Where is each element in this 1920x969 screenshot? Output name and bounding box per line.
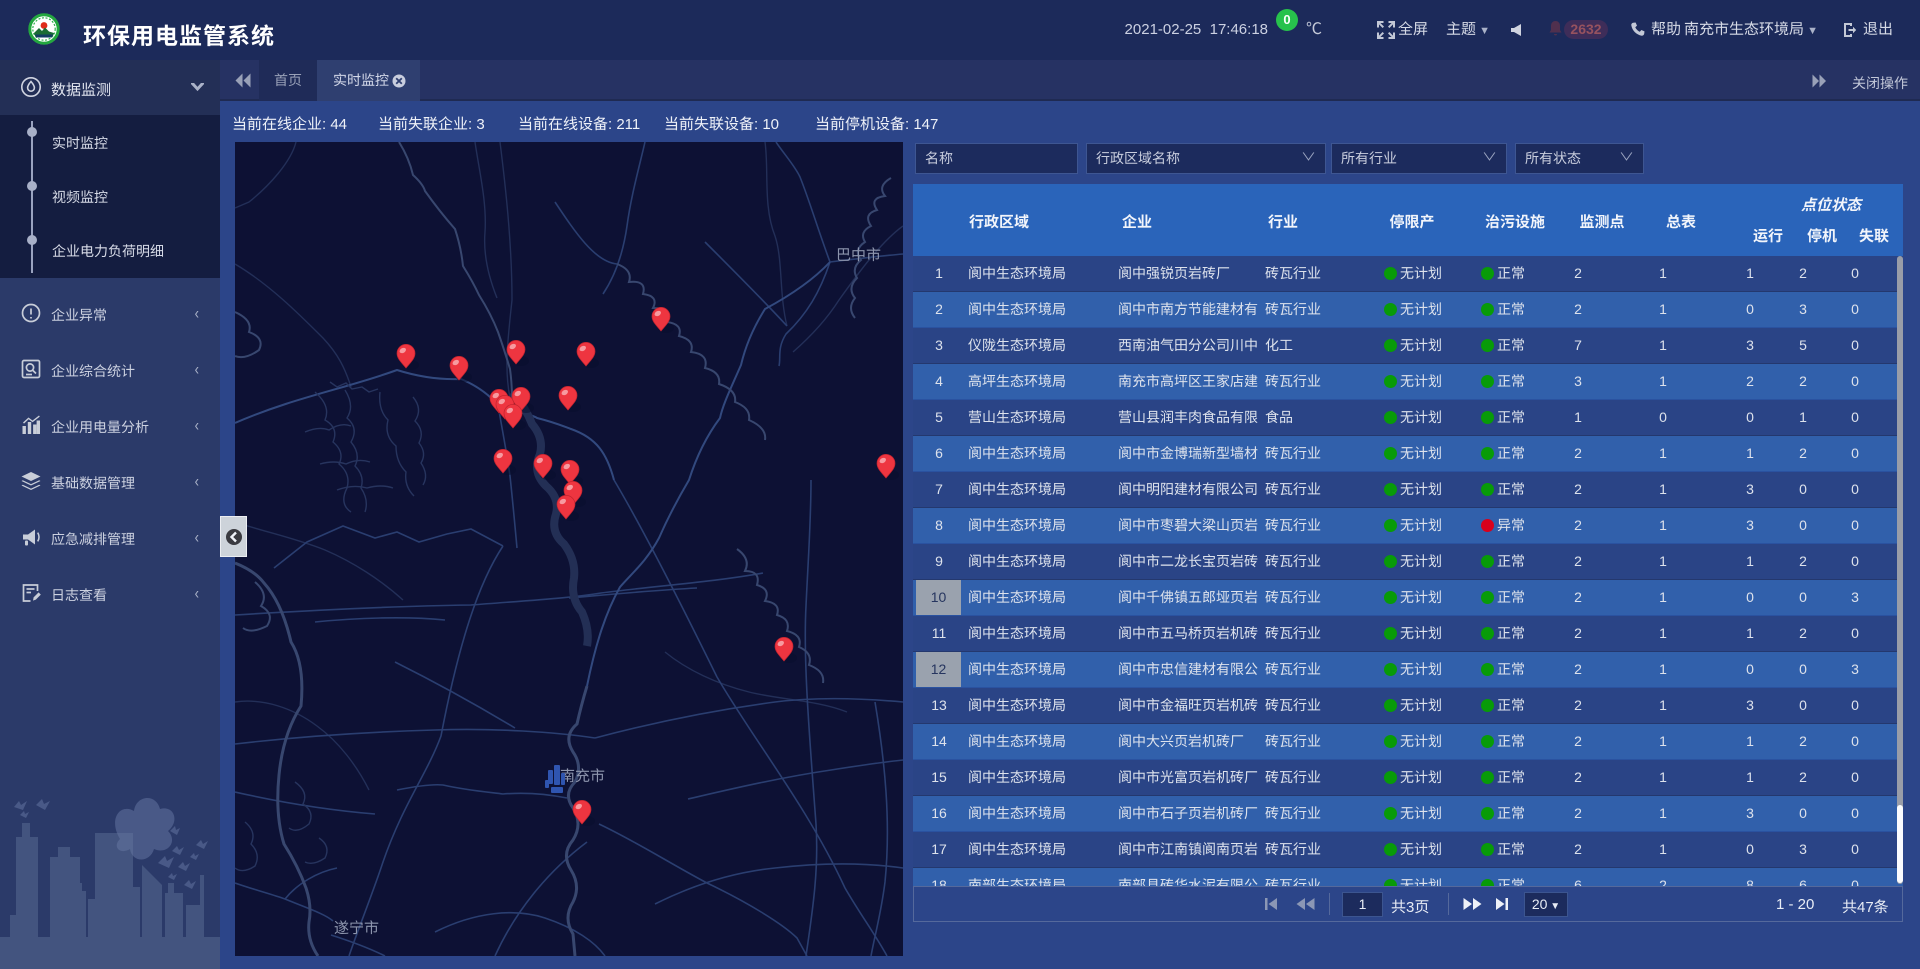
svg-text:遂宁市: 遂宁市 (334, 920, 379, 937)
svg-text:巴中市: 巴中市 (836, 247, 881, 264)
svg-text:南充市: 南充市 (560, 768, 605, 785)
